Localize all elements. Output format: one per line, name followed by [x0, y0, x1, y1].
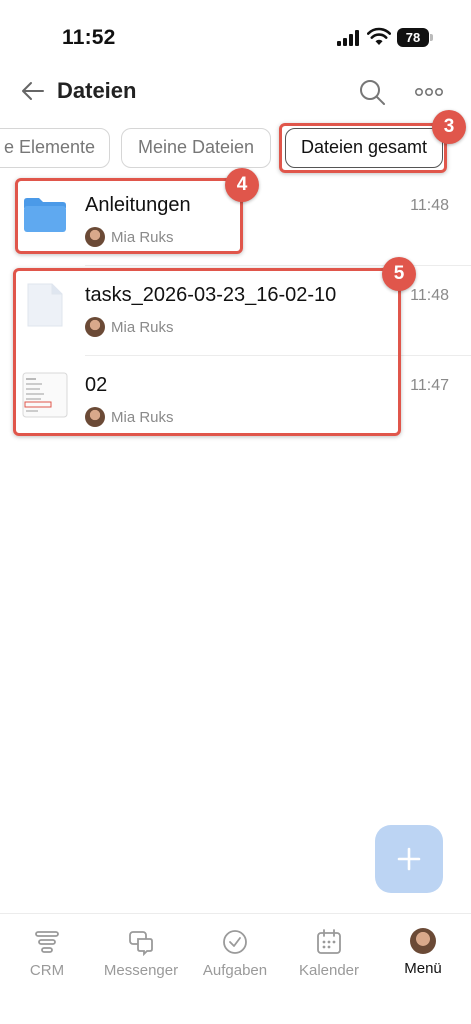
highlight-files [13, 268, 401, 436]
status-bar: 11:52 78 [0, 0, 471, 70]
wifi-icon [367, 27, 391, 45]
add-button[interactable] [375, 825, 443, 893]
nav-tasks[interactable]: Aufgaben [188, 928, 282, 979]
nav-messenger[interactable]: Messenger [94, 928, 188, 979]
highlight-folder [15, 178, 243, 254]
annotation-badge: 3 [432, 110, 466, 144]
nav-label: Kalender [298, 962, 360, 979]
messenger-icon [129, 931, 153, 956]
annotation-badge: 5 [382, 257, 416, 291]
page-title: Dateien [57, 78, 137, 103]
nav-crm[interactable]: CRM [0, 928, 94, 979]
item-time: 11:48 [410, 197, 449, 214]
item-time: 11:48 [410, 287, 449, 304]
bottom-nav: CRM Messenger Aufgaben Kalender Menü [0, 913, 471, 1024]
crm-icon [35, 931, 59, 953]
nav-label: Aufgaben [202, 962, 268, 979]
tab-my-files[interactable]: Meine Dateien [121, 128, 271, 168]
nav-label: Menü [404, 960, 442, 977]
nav-label: CRM [29, 962, 65, 979]
tab-all-items[interactable]: e Elemente [0, 128, 110, 168]
avatar [410, 928, 436, 954]
status-time: 11:52 [62, 26, 116, 49]
item-time: 11:47 [410, 377, 449, 394]
annotation-badge: 4 [225, 168, 259, 202]
cellular-signal-icon [337, 30, 361, 46]
battery-tip [430, 34, 433, 41]
nav-menu[interactable]: Menü [376, 928, 470, 977]
header: Dateien [0, 70, 471, 114]
plus-icon [397, 847, 421, 871]
calendar-icon [317, 929, 341, 954]
battery-indicator: 78 [397, 28, 429, 47]
highlight-tabs [279, 123, 447, 173]
tasks-icon [223, 930, 247, 954]
more-options-icon[interactable] [414, 82, 444, 102]
search-icon[interactable] [358, 78, 386, 106]
back-arrow-icon[interactable] [20, 78, 46, 104]
nav-label: Messenger [103, 962, 179, 979]
nav-calendar[interactable]: Kalender [282, 928, 376, 979]
